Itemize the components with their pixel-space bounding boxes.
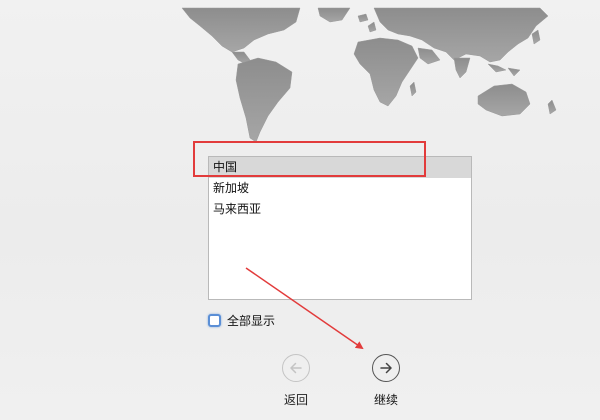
show-all-checkbox[interactable] xyxy=(208,313,221,327)
arrow-left-circle-icon[interactable] xyxy=(282,354,310,382)
back-button-label[interactable]: 返回 xyxy=(284,391,308,408)
show-all-checkbox-row[interactable]: 全部显示 xyxy=(208,311,275,329)
list-item-singapore[interactable]: 新加坡 xyxy=(209,178,471,199)
show-all-label[interactable]: 全部显示 xyxy=(227,312,275,329)
region-list[interactable]: 中国 新加坡 马来西亚 xyxy=(208,156,472,300)
continue-button[interactable]: 继续 xyxy=(366,354,406,408)
back-button[interactable]: 返回 xyxy=(276,354,316,408)
arrow-right-circle-icon[interactable] xyxy=(372,354,400,382)
world-map-image xyxy=(0,0,600,150)
list-item-china[interactable]: 中国 xyxy=(209,157,471,178)
list-item-malaysia[interactable]: 马来西亚 xyxy=(209,199,471,220)
continue-button-label[interactable]: 继续 xyxy=(374,391,398,408)
